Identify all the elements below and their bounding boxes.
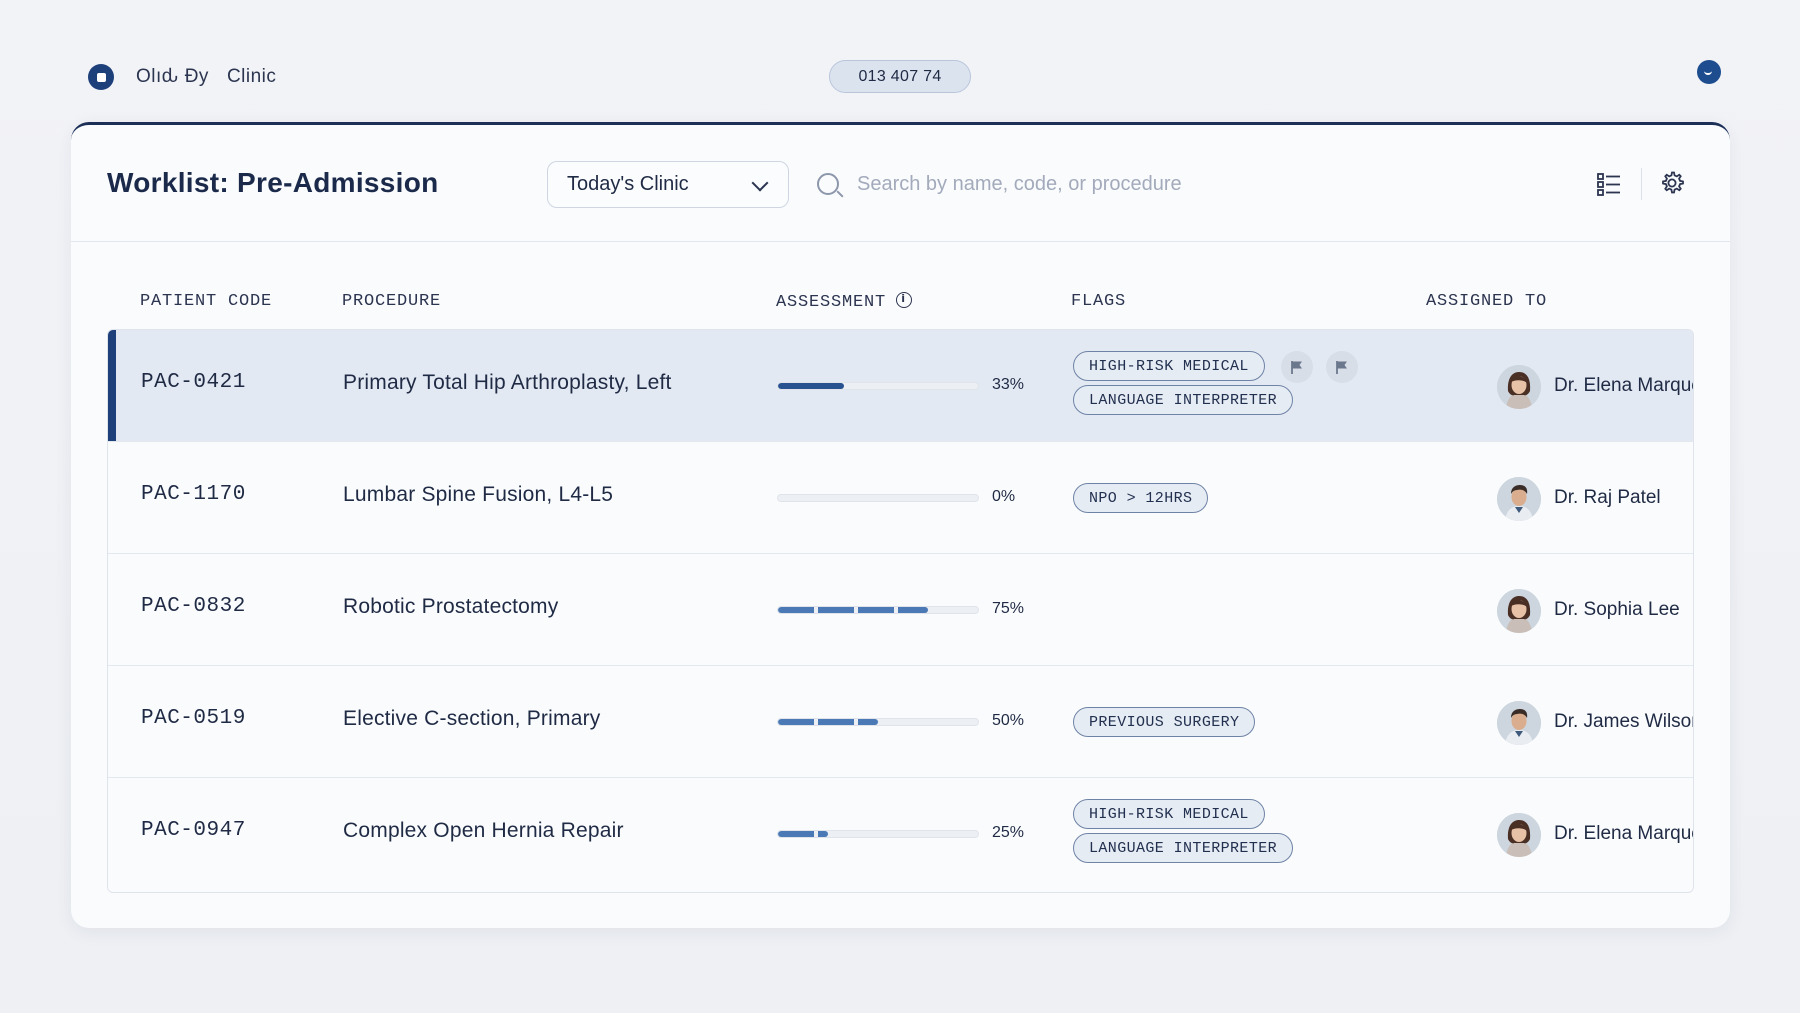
avatar [1497, 365, 1541, 409]
assigned-doctor[interactable]: Dr. Raj Patel [1554, 487, 1661, 509]
worklist-table-body: PAC-0421 Primary Total Hip Arthroplasty, … [107, 329, 1694, 893]
flags-cell: HIGH-RISK MEDICAL LANGUAGE INTERPRETER [1073, 778, 1403, 890]
flag-icon[interactable] [1326, 351, 1358, 383]
assessment-percent: 75% [992, 600, 1025, 617]
flag-chip[interactable]: NPO > 12HRS [1073, 483, 1209, 513]
table-row[interactable]: PAC-0519 Elective C-section, Primary 50% PR… [108, 666, 1693, 778]
column-header-patient-code[interactable]: PATIENT CODE [140, 292, 272, 311]
assessment-progress-bar [777, 606, 979, 614]
patient-code[interactable]: PAC-1170 [141, 483, 246, 506]
assessment-progress-bar [777, 494, 979, 502]
assigned-doctor[interactable]: Dr. Elena Marquez [1554, 375, 1693, 397]
brand-name: Olıԃ Ɖy Clinic [136, 66, 276, 88]
table-row[interactable]: PAC-1170 Lumbar Spine Fusion, L4-L5 0% NPO … [108, 442, 1693, 554]
assessment-percent: 50% [992, 712, 1025, 729]
assessment-progress-bar [777, 718, 979, 726]
assessment-progress-bar [777, 830, 979, 838]
assessment-progress-fill [778, 831, 828, 837]
table-row[interactable]: PAC-0947 Complex Open Hernia Repair 25% HIG… [108, 778, 1693, 890]
avatar [1497, 589, 1541, 633]
patient-code[interactable]: PAC-0832 [141, 595, 246, 618]
flags-cell: PREVIOUS SURGERY [1073, 666, 1403, 778]
procedure-name: Elective C-section, Primary [343, 707, 601, 730]
clinic-filter-value: Today's Clinic [567, 173, 689, 195]
assigned-doctor[interactable]: Dr. James Wilson [1554, 711, 1693, 733]
column-header-assessment-label: ASSESSMENT [776, 293, 887, 312]
column-header-procedure[interactable]: PROCEDURE [342, 292, 441, 311]
column-header-assessment[interactable]: ASSESSMENT [776, 292, 913, 312]
assessment-progress-fill [778, 607, 928, 613]
table-row[interactable]: PAC-0421 Primary Total Hip Arthroplasty, … [108, 330, 1693, 442]
list-view-icon[interactable] [1597, 172, 1621, 196]
flags-cell: NPO > 12HRS [1073, 442, 1403, 554]
table-row[interactable]: PAC-0832 Robotic Prostatectomy 75% Dr. Sop… [108, 554, 1693, 666]
procedure-name: Primary Total Hip Arthroplasty, Left [343, 371, 672, 394]
info-icon[interactable] [896, 292, 913, 308]
page-title: Worklist: Pre-Admission [107, 167, 439, 198]
flag-chip[interactable]: LANGUAGE INTERPRETER [1073, 385, 1294, 415]
clinic-filter-select[interactable]: Today's Clinic [547, 161, 789, 208]
profile-icon[interactable] [1697, 60, 1721, 84]
avatar [1497, 813, 1541, 857]
patient-code[interactable]: PAC-0519 [141, 707, 246, 730]
search-input[interactable] [857, 161, 1497, 208]
card-header: Worklist: Pre-Admission Today's Clinic [71, 125, 1730, 242]
gear-icon-svg [1662, 171, 1684, 194]
column-header-flags[interactable]: FLAGS [1071, 292, 1126, 311]
flag-icon[interactable] [1281, 351, 1313, 383]
phone-pill[interactable]: 013 407 74 [829, 60, 971, 93]
header-divider [1641, 168, 1642, 200]
brand-suffix: Clinic [226, 66, 277, 87]
avatar [1497, 477, 1541, 521]
procedure-name: Complex Open Hernia Repair [343, 819, 624, 842]
brand-logo-icon[interactable] [88, 64, 114, 90]
procedure-name: Robotic Prostatectomy [343, 595, 559, 618]
flags-cell [1073, 554, 1403, 666]
search-box [817, 161, 1517, 208]
patient-code[interactable]: PAC-0421 [141, 371, 246, 394]
assigned-doctor[interactable]: Dr. Sophia Lee [1554, 599, 1680, 621]
list-view-icon-svg [1597, 173, 1620, 196]
assessment-progress-fill [778, 383, 844, 389]
worklist-card: Worklist: Pre-Admission Today's Clinic S… [71, 122, 1730, 928]
flag-chip[interactable]: PREVIOUS SURGERY [1073, 707, 1256, 737]
assessment-percent: 25% [992, 824, 1025, 841]
search-icon [817, 173, 839, 195]
flag-chip[interactable]: HIGH-RISK MEDICAL [1073, 799, 1265, 829]
flags-cell: HIGH-RISK MEDICAL LANGUAGE INTERPRETER [1073, 330, 1403, 442]
avatar [1497, 701, 1541, 745]
patient-code[interactable]: PAC-0947 [141, 819, 246, 842]
procedure-name: Lumbar Spine Fusion, L4-L5 [343, 483, 614, 506]
gear-icon[interactable] [1659, 170, 1685, 196]
flag-chip[interactable]: HIGH-RISK MEDICAL [1073, 351, 1265, 381]
flag-chip[interactable]: LANGUAGE INTERPRETER [1073, 833, 1294, 863]
chevron-down-icon [751, 174, 769, 192]
assigned-doctor[interactable]: Dr. Elena Marquez [1554, 823, 1693, 845]
column-header-assigned-to[interactable]: ASSIGNED TO [1426, 292, 1547, 311]
brand-name-text: Olıԃ Ɖy [136, 66, 209, 87]
assessment-percent: 0% [992, 488, 1016, 505]
assessment-progress-bar [777, 382, 979, 390]
assessment-progress-fill [778, 719, 878, 725]
top-bar: Olıԃ Ɖy Clinic 013 407 74 [0, 0, 1800, 110]
assessment-percent: 33% [992, 376, 1025, 393]
